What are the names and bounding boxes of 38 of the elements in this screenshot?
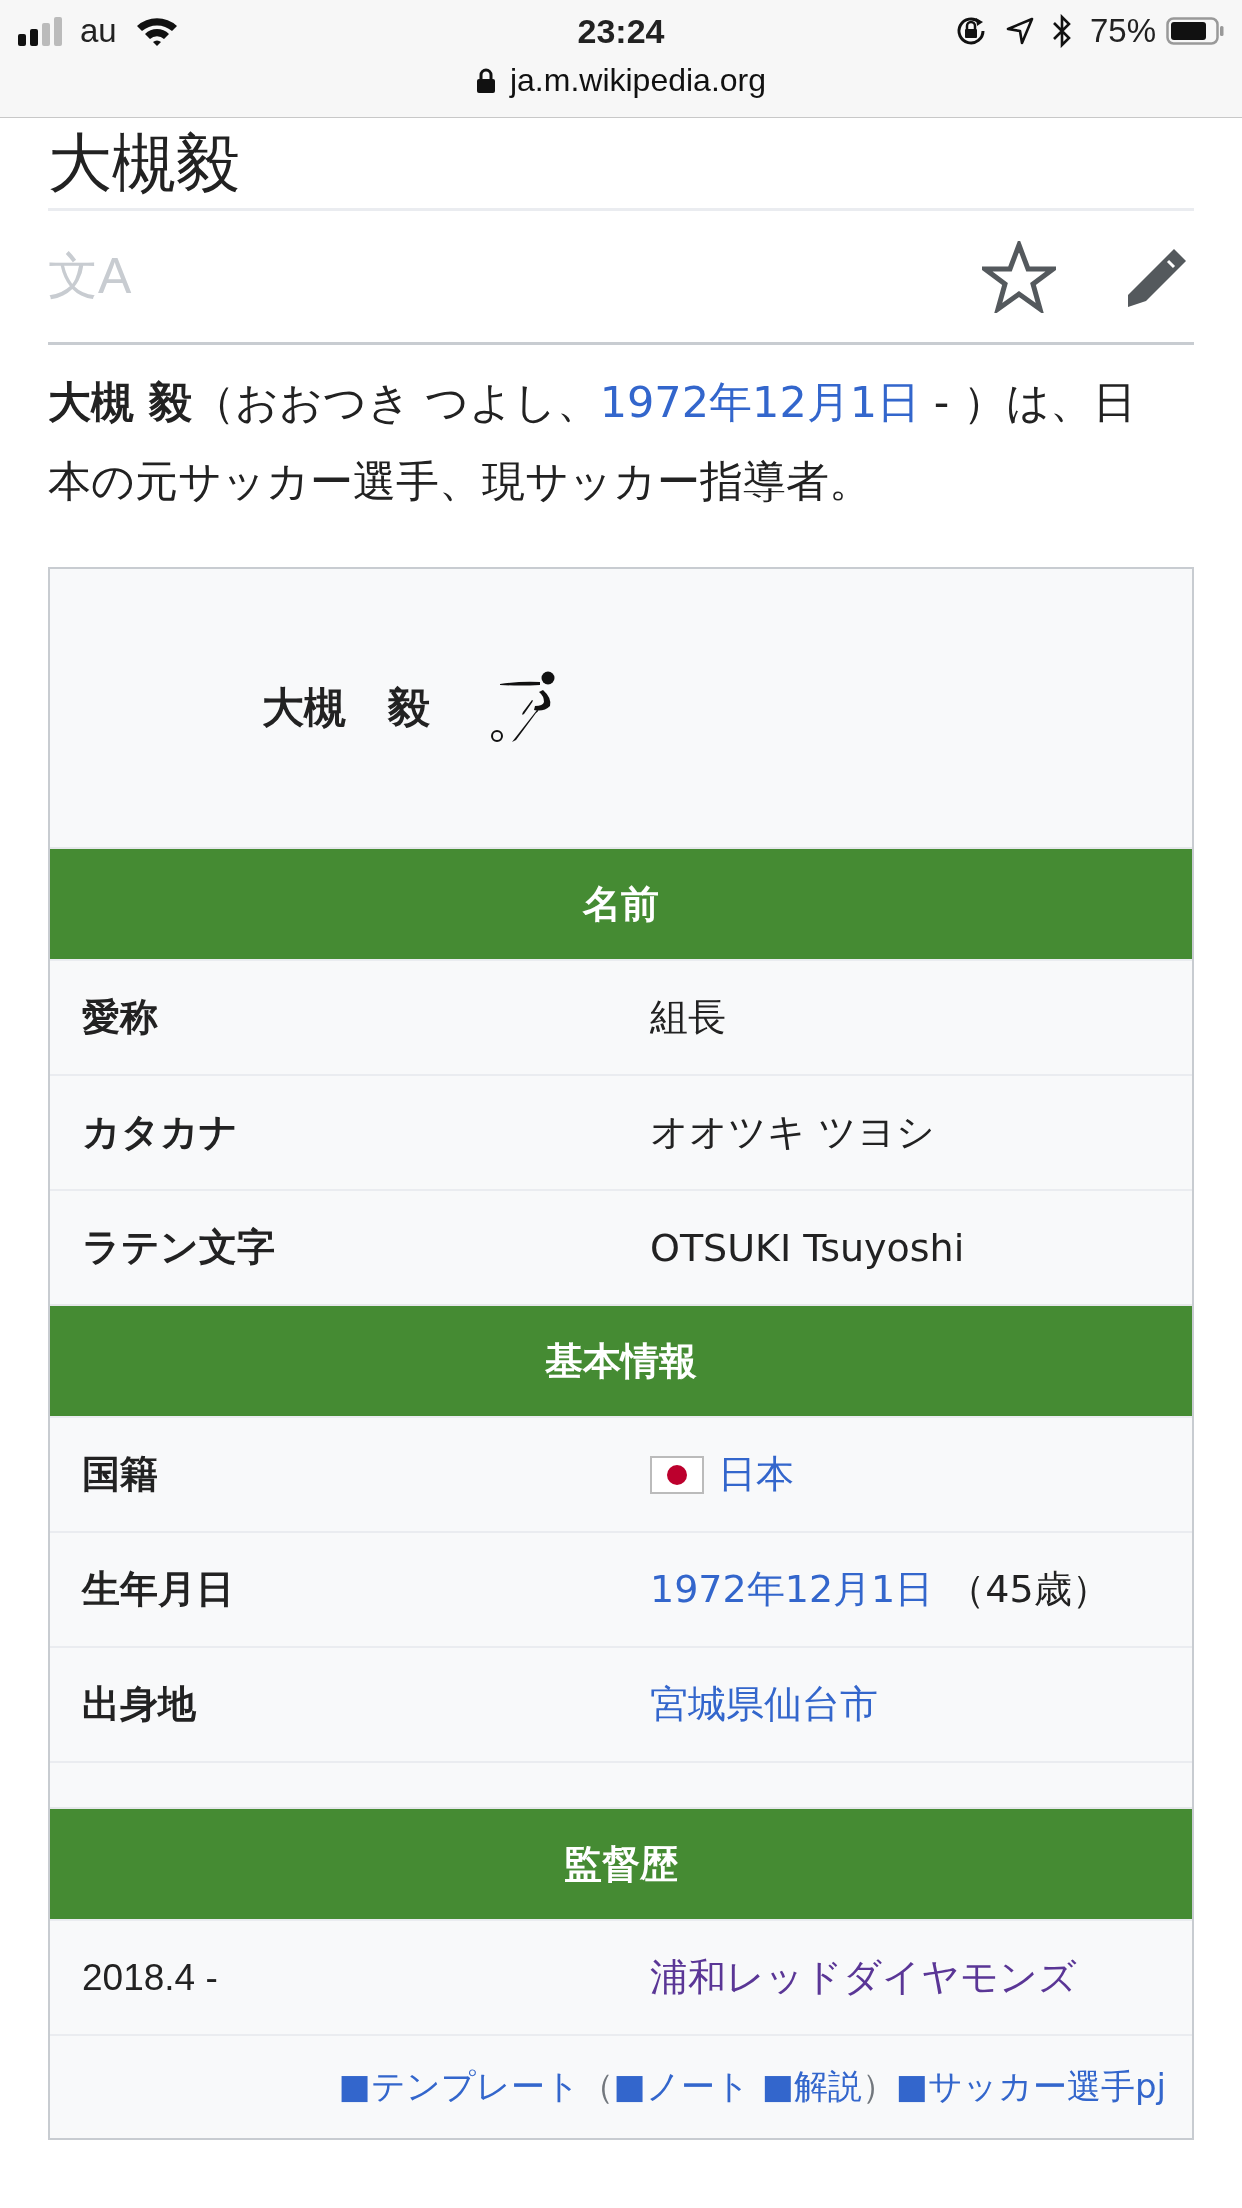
star-icon[interactable] [982, 240, 1056, 313]
clock-time: 23:24 [577, 11, 665, 51]
lead-paragraph: 大槻 毅（おおつき つよし、1972年12月1日 - ）は、日本の元サッカー選手、現サッカー指導者。 [48, 376, 1138, 508]
row-value: オオツキ ツヨシ [650, 1109, 936, 1156]
section-heading: 名前 [50, 847, 1192, 959]
location-arrow-icon [1005, 17, 1034, 45]
row-label: カタカナ [82, 1109, 239, 1156]
url-text[interactable]: ja.m.wikipedia.org [509, 62, 767, 99]
battery-icon [1166, 17, 1224, 45]
parenthesis: ） [861, 2065, 896, 2108]
navbox-link[interactable]: ■ノート [613, 2064, 750, 2110]
value-link[interactable]: 日本 [718, 1449, 794, 1500]
lock-icon [475, 67, 496, 94]
row-label: 愛称 [82, 994, 159, 1041]
value-link[interactable]: 宮城県仙台市 [650, 1679, 878, 1730]
infobox-title: 大槻 毅 [262, 682, 430, 734]
row-label: 国籍 [82, 1451, 159, 1498]
bluetooth-icon [1051, 14, 1072, 48]
value-link[interactable]: 1972年12月1日 [650, 1564, 934, 1615]
carrier-name: au [80, 12, 117, 50]
flag-icon [650, 1455, 704, 1494]
row-value: OTSUKI Tsuyoshi [650, 1225, 965, 1270]
page-title: 大槻毅 [48, 125, 241, 202]
row-value: 組長 [650, 994, 726, 1041]
date-link[interactable]: 1972年12月1日 [599, 377, 921, 427]
navbox-link[interactable]: ■サッカー選手pj [895, 2064, 1166, 2110]
section-heading: 監督歴 [50, 1807, 1192, 1919]
navbox-link[interactable]: ■解説 [761, 2064, 862, 2110]
row-label: 出身地 [82, 1681, 197, 1728]
value-link[interactable]: 浦和レッドダイヤモンズ [650, 1952, 1077, 2003]
row-label: ラテン文字 [82, 1224, 276, 1271]
section-heading: 基本情報 [50, 1304, 1192, 1416]
row-label: 2018.4 - [82, 1956, 219, 1999]
parenthesis: （ [579, 2065, 614, 2108]
row-value: （45歳） [947, 1566, 1110, 1613]
navbox-link[interactable]: ■テンプレート [338, 2064, 580, 2110]
row-label: 生年月日 [82, 1566, 235, 1613]
battery-percent: 75% [1089, 12, 1156, 50]
